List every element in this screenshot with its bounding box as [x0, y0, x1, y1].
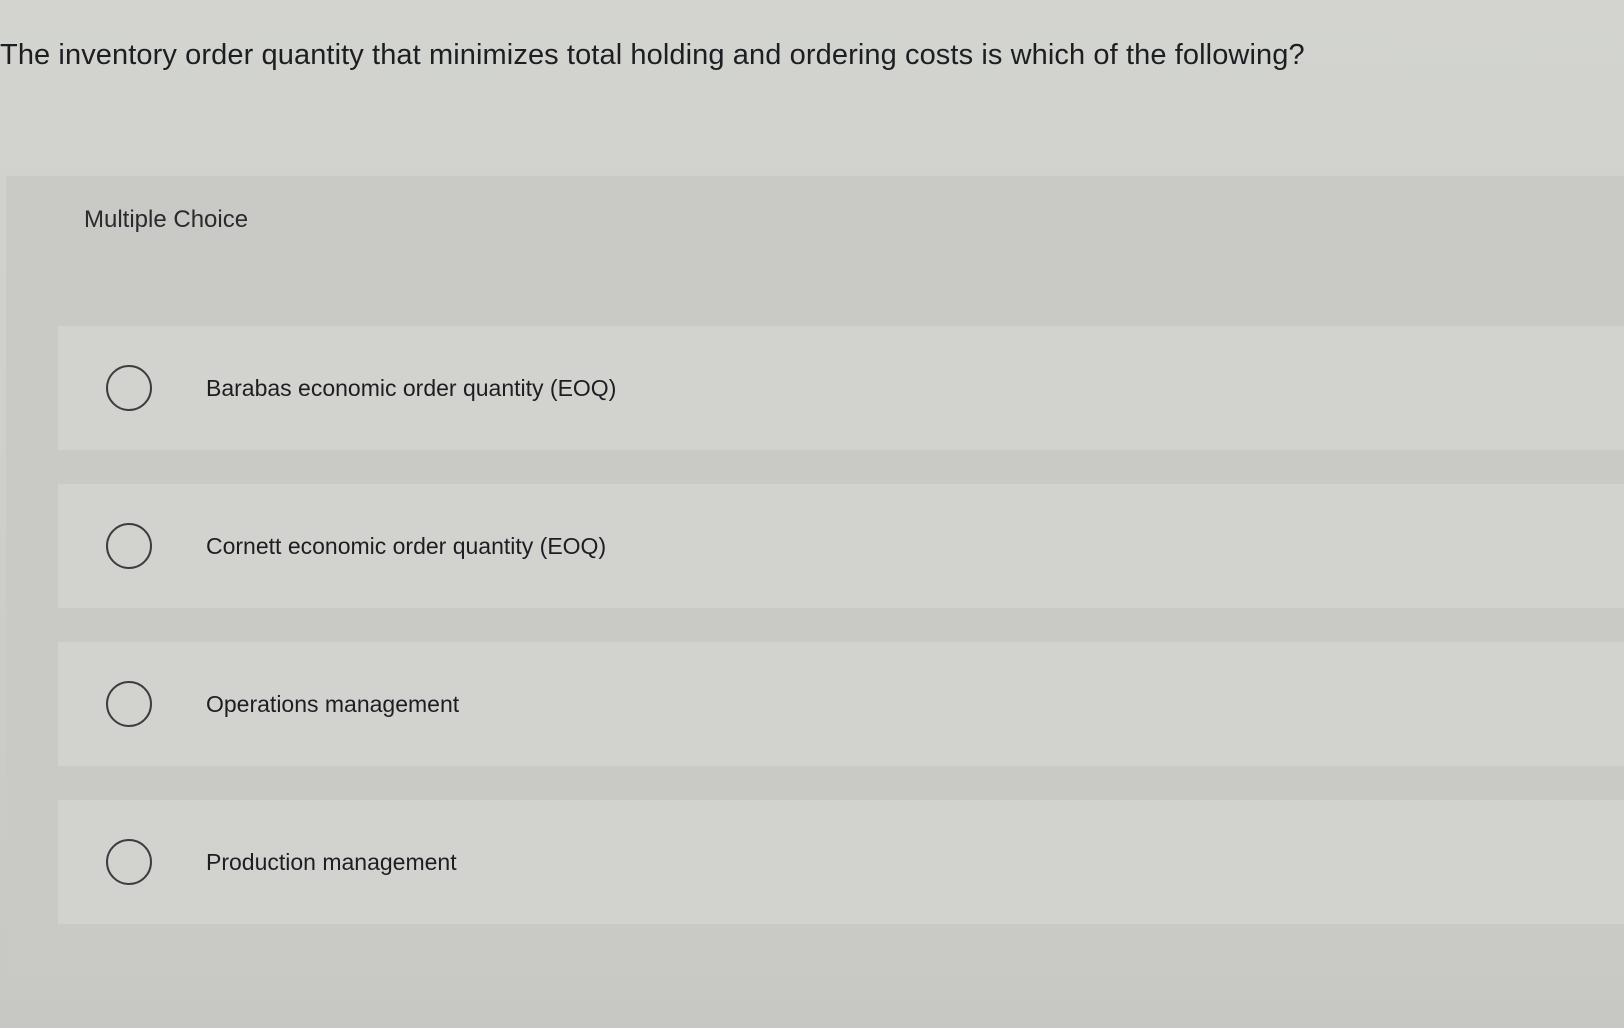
- radio-button-icon[interactable]: [106, 523, 152, 569]
- answer-option-d[interactable]: Production management: [58, 800, 1624, 924]
- radio-button-icon[interactable]: [106, 681, 152, 727]
- radio-button-icon[interactable]: [106, 839, 152, 885]
- question-text: The inventory order quantity that minimi…: [0, 39, 1305, 71]
- answer-option-b[interactable]: Cornett economic order quantity (EOQ): [58, 484, 1624, 608]
- answer-options: Barabas economic order quantity (EOQ) Co…: [58, 326, 1624, 958]
- radio-button-icon[interactable]: [106, 365, 152, 411]
- answer-option-label: Operations management: [206, 690, 460, 717]
- answer-option-c[interactable]: Operations management: [58, 642, 1624, 766]
- answer-option-label: Cornett economic order quantity (EOQ): [206, 532, 607, 559]
- answer-option-a[interactable]: Barabas economic order quantity (EOQ): [58, 326, 1624, 450]
- multiple-choice-label: Multiple Choice: [84, 206, 249, 233]
- answer-option-label: Production management: [206, 848, 457, 875]
- answer-option-label: Barabas economic order quantity (EOQ): [206, 374, 617, 401]
- multiple-choice-panel: Multiple Choice Barabas economic order q…: [6, 176, 1624, 976]
